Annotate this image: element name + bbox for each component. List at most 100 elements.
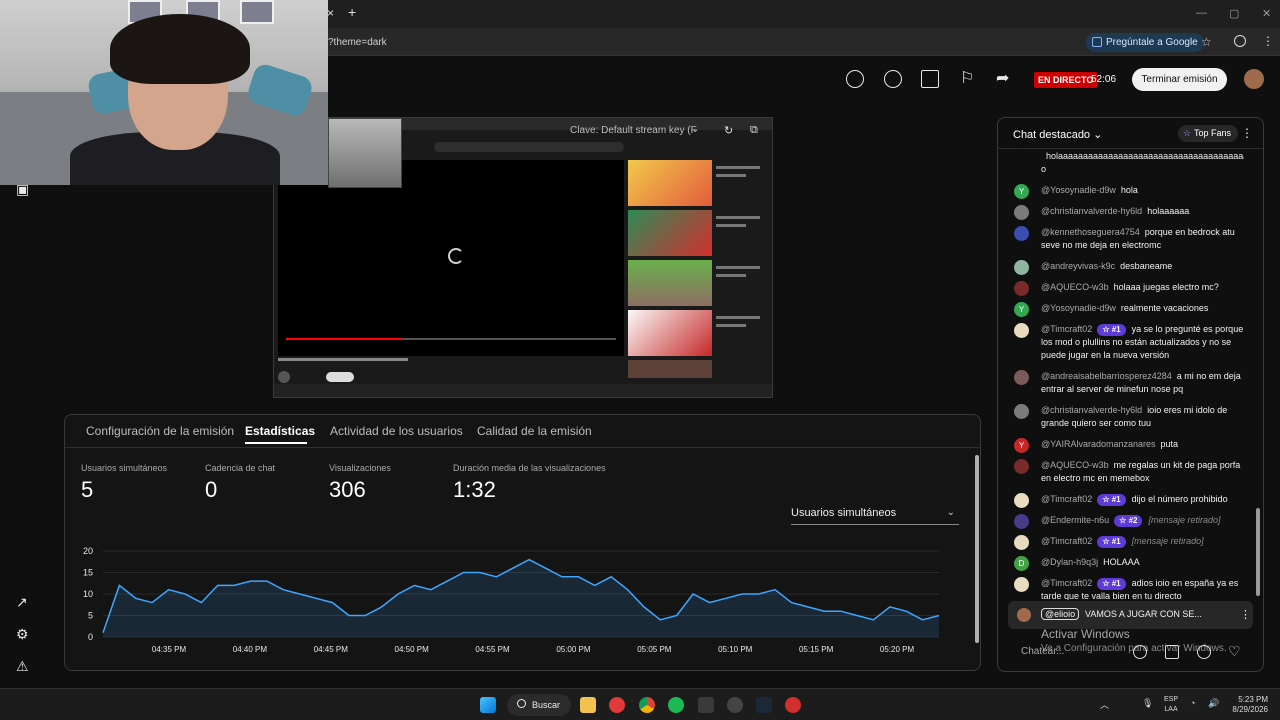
pinned-menu-icon[interactable]: ⋮ [1240,608,1251,621]
x-tick-label: 05:00 PM [556,645,591,654]
chat-author[interactable]: @AQUECO-w3b [1041,282,1109,292]
avatar[interactable] [1014,370,1029,385]
badge-rank: #1 [1111,579,1121,588]
avatar[interactable] [1244,69,1264,89]
chat-author[interactable]: @Timcraft02 [1041,536,1092,546]
chat-author[interactable]: @Yosoynadie-d9w [1041,185,1116,195]
obs-app-icon[interactable] [609,697,625,713]
avatar[interactable] [1014,577,1029,592]
tab-stream-settings[interactable]: Configuración de la emisión [86,424,234,438]
clapper-icon[interactable] [921,70,939,88]
chat-input[interactable]: Chatear... [1021,646,1064,657]
save-bookmark-icon[interactable]: ⚐ [960,68,974,88]
super-chat-icon[interactable] [1197,645,1211,659]
avatar[interactable] [1014,535,1029,550]
emoji-icon[interactable] [1133,645,1147,659]
minimize-icon[interactable]: — [1196,7,1207,19]
chat-author[interactable]: @YAIRAlvaradomanzanares [1041,439,1156,449]
avatar[interactable] [1014,493,1029,508]
bookmark-star-icon[interactable]: ☆ [1201,35,1212,49]
system-clock[interactable]: 5:23 PM 8/29/2026 [1228,695,1268,715]
restore-icon[interactable]: ▢ [1229,7,1239,20]
tab-statistics[interactable]: Estadísticas [245,424,315,438]
chat-author[interactable]: @christianvalverde-hy6ld [1041,206,1142,216]
chat-text: desbaneame [1120,261,1173,271]
avatar[interactable] [1014,404,1029,419]
chat-author[interactable]: @christianvalverde-hy6ld [1041,405,1142,415]
chat-author[interactable]: @Timcraft02 [1041,494,1092,504]
chat-author[interactable]: @AQUECO-w3b [1041,460,1109,470]
browser-menu-icon[interactable]: ⋮ [1262,34,1274,48]
spotify-icon[interactable] [668,697,684,713]
top-fans-button[interactable]: ☆ Top Fans [1178,125,1239,142]
steam-icon[interactable] [756,697,772,713]
stats-scrollbar[interactable] [974,447,980,667]
chat-author[interactable]: @andreaisabelbarriosperez4284 [1041,371,1172,381]
tab-user-activity[interactable]: Actividad de los usuarios [330,424,463,438]
tab-stream-quality[interactable]: Calidad de la emisión [477,424,592,438]
refresh-icon[interactable]: ↻ [724,124,733,137]
taskbar-search[interactable]: Buscar [507,694,571,716]
copy-icon[interactable]: ⧉ [750,124,758,137]
avatar[interactable] [1014,260,1029,275]
app-icon[interactable] [727,697,743,713]
chat-author[interactable]: @Timcraft02 [1041,324,1092,334]
avatar[interactable] [1014,323,1029,338]
avatar[interactable] [1014,226,1029,241]
chevron-down-icon[interactable]: ⌄ [691,124,699,135]
top-fan-badge: ☆ #1 [1097,578,1126,590]
top-fan-badge: ☆ #2 [1114,515,1143,527]
tray-chevron-icon[interactable]: ︿ [1100,698,1109,711]
metric-dropdown[interactable]: Usuarios simultáneos ⌄ [791,507,959,525]
avatar[interactable]: Y [1014,184,1029,199]
avatar[interactable] [1014,514,1029,529]
chat-author[interactable]: @Timcraft02 [1041,578,1092,588]
share-icon[interactable]: ➦ [996,68,1009,88]
chat-author[interactable]: @Yosoynadie-d9w [1041,303,1116,313]
capcut-icon[interactable] [785,697,801,713]
address-bar-url[interactable]: ?theme=dark [328,37,387,48]
avatar[interactable] [1014,205,1029,220]
open-external-icon[interactable]: ↗ [16,594,28,611]
chat-message: @Timcraft02 ☆ #1 dijo el número prohibido [1012,493,1244,508]
avatar[interactable]: D [1014,556,1029,571]
pinned-text: VAMOS A JUGAR CON SE... [1085,609,1202,619]
chat-mode-selector[interactable]: Chat destacado ⌄ [1013,128,1102,141]
chat-author[interactable]: @kennethoseguera4754 [1041,227,1140,237]
new-tab-icon[interactable]: + [348,4,356,20]
volume-icon[interactable]: 🔊 [1208,698,1219,709]
feedback-icon[interactable]: ⚠ [16,658,29,675]
avatar[interactable]: Y [1014,302,1029,317]
microphone-icon[interactable]: 🎙 [1142,698,1153,709]
avatar[interactable] [1014,459,1029,474]
x-tick-label: 04:35 PM [152,645,187,654]
chat-menu-icon[interactable]: ⋮ [1241,126,1253,140]
settings-gear-icon[interactable]: ⚙ [16,626,29,643]
star-icon: ☆ [1102,537,1112,546]
chat-author[interactable]: @andreyvivas-k9c [1041,261,1115,271]
wifi-icon[interactable]: ◔ [1190,698,1195,708]
close-tab-icon[interactable]: × [327,6,334,20]
input-language[interactable]: ESP LAA [1164,695,1178,715]
monetize-icon[interactable] [846,70,864,88]
ask-google-button[interactable]: Pregúntale a Google [1086,33,1204,52]
whatsapp-icon[interactable] [698,697,714,713]
monetize-off-icon[interactable] [884,70,902,88]
heart-icon[interactable]: ♡ [1228,643,1241,660]
chrome-icon[interactable] [639,697,655,713]
chat-scrollbar[interactable] [1256,508,1260,596]
avatar[interactable] [1014,150,1029,165]
end-stream-button[interactable]: Terminar emisión [1132,68,1227,91]
gift-icon[interactable] [1165,645,1179,659]
pinned-message[interactable]: @elioio VAMOS A JUGAR CON SE... ⋮ [1008,601,1253,629]
chat-author[interactable]: @Dylan-h9q3j [1041,557,1098,567]
chat-author[interactable]: @Endermite-n6u [1041,515,1109,525]
window-close-icon[interactable]: ✕ [1262,7,1271,20]
avatar[interactable]: Y [1014,438,1029,453]
y-tick-label: 10 [83,589,93,599]
windows-start-icon[interactable] [480,697,496,713]
profile-icon[interactable] [1234,35,1246,47]
file-explorer-icon[interactable] [580,697,596,713]
avatar[interactable] [1014,281,1029,296]
badge-rank: #1 [1111,537,1121,546]
